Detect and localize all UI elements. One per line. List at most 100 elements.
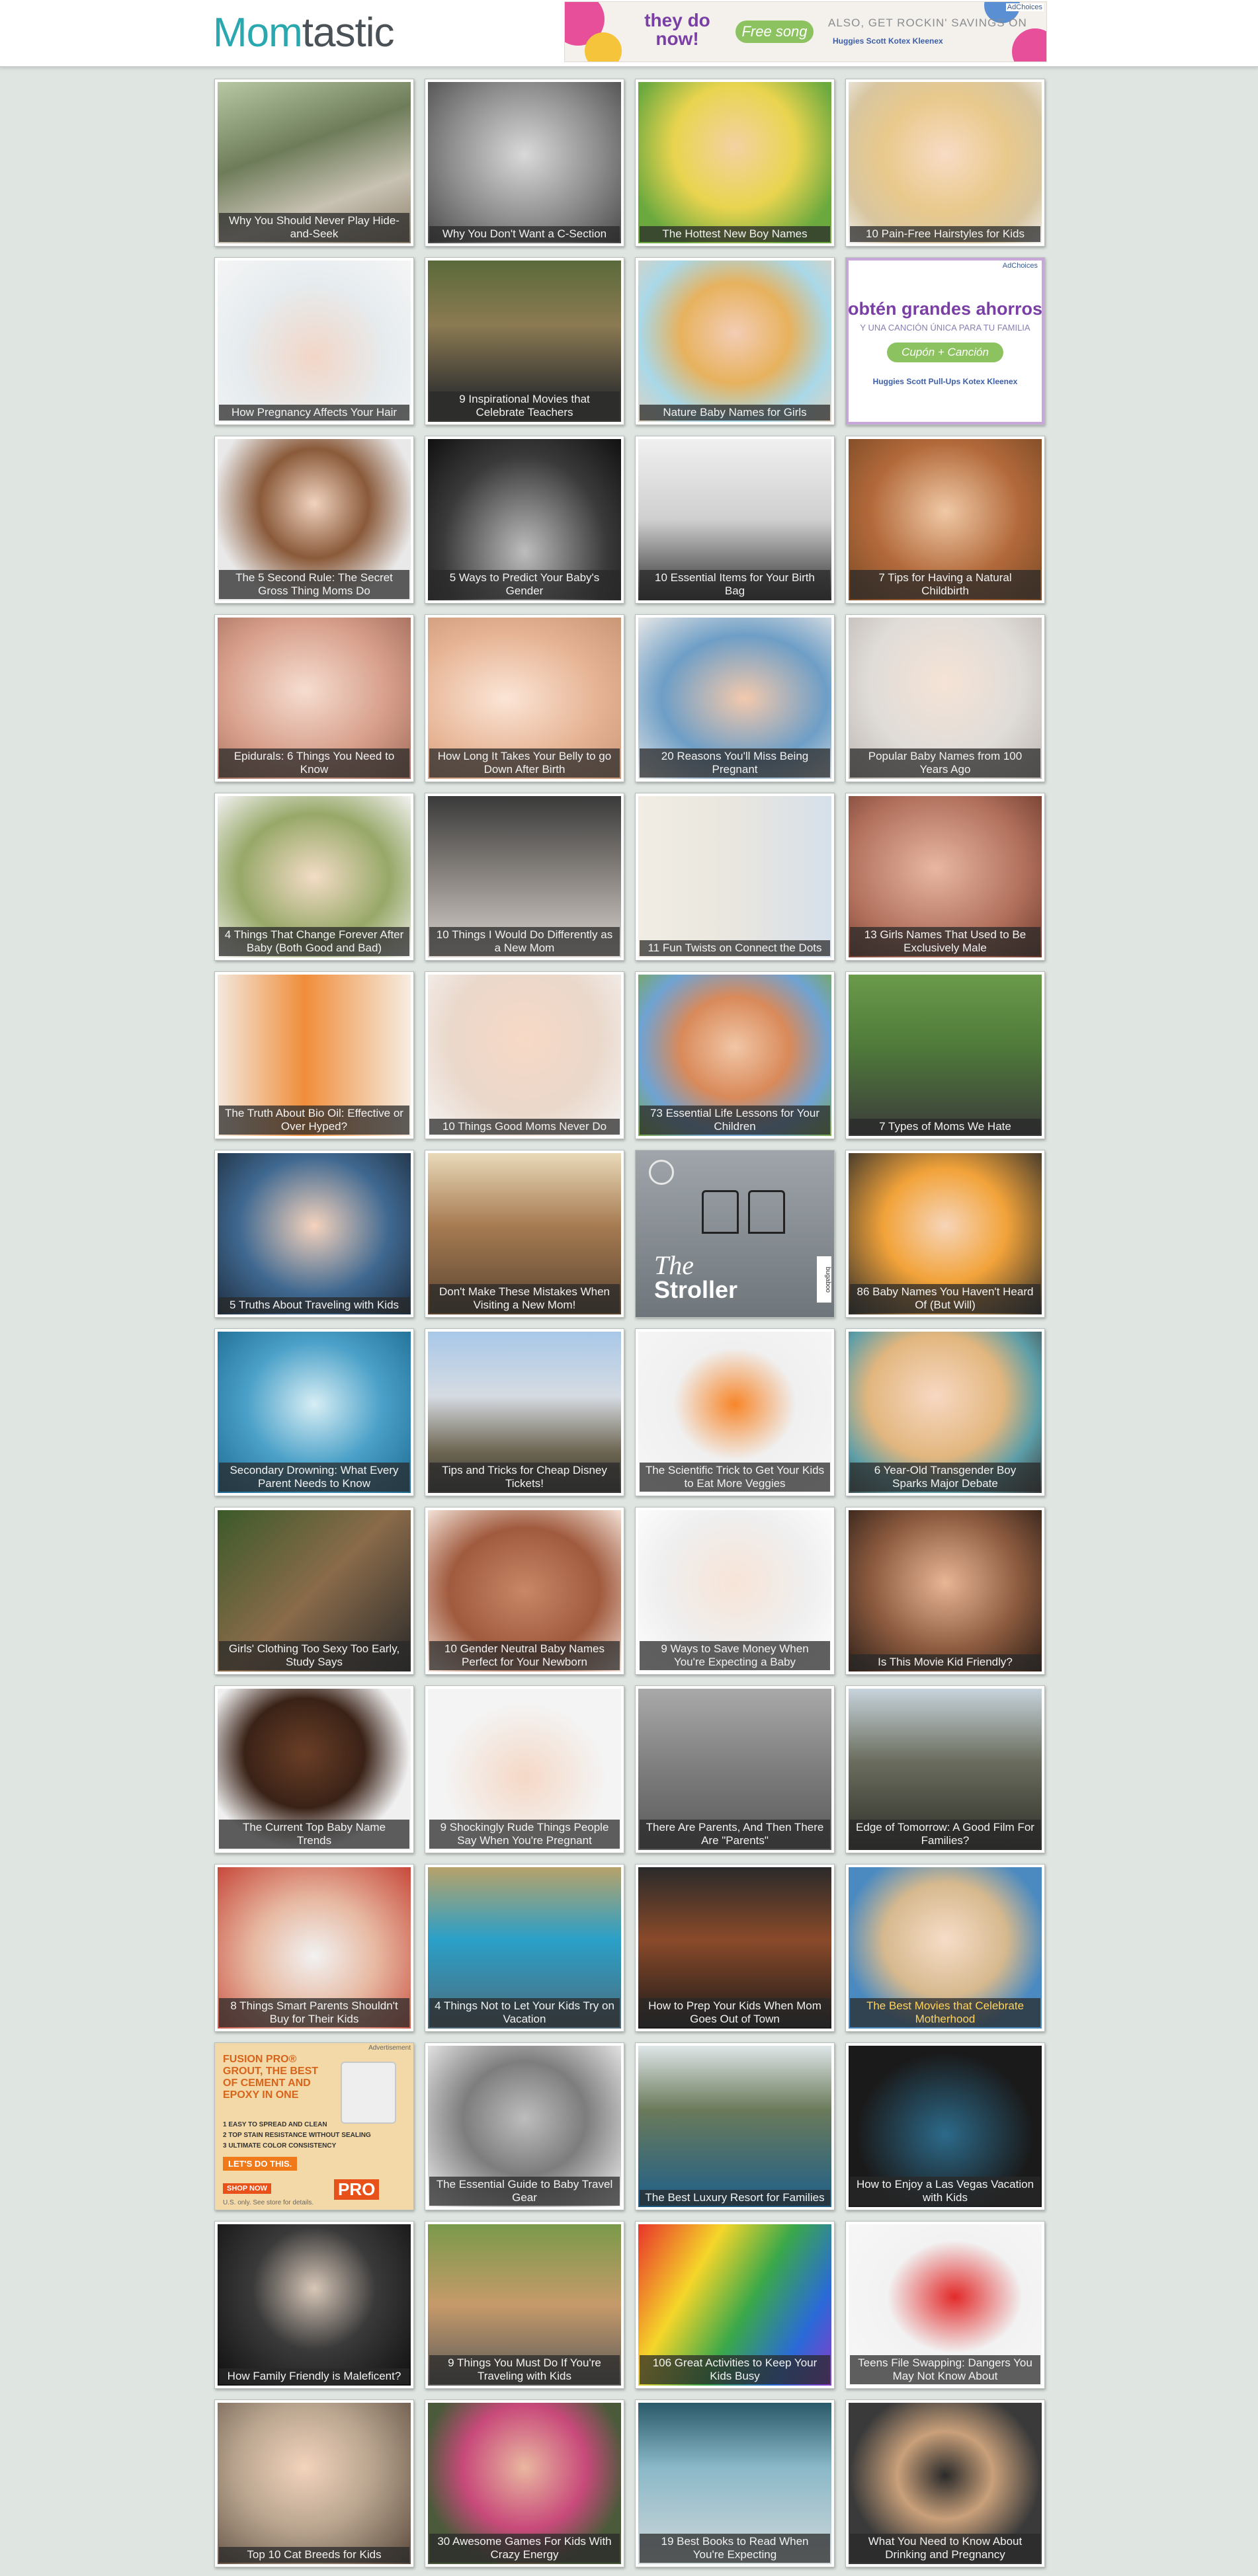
article-tile[interactable]: 7 Types of Moms We Hate [845,971,1045,1139]
article-caption[interactable]: Epidurals: 6 Things You Need to Know [219,748,409,778]
site-logo[interactable]: Momtastic [213,9,394,57]
article-caption[interactable]: 10 Gender Neutral Baby Names Perfect for… [429,1641,620,1670]
article-thumbnail[interactable] [218,1153,411,1314]
article-caption[interactable]: 9 Inspirational Movies that Celebrate Te… [429,391,620,421]
article-caption[interactable]: 10 Things Good Moms Never Do [429,1119,620,1135]
article-caption[interactable]: 86 Baby Names You Haven't Heard Of (But … [850,1284,1040,1313]
article-tile[interactable]: Nature Baby Names for Girls [635,257,835,425]
article-tile[interactable]: 86 Baby Names You Haven't Heard Of (But … [845,1150,1045,1318]
article-tile[interactable]: 73 Essential Life Lessons for Your Child… [635,971,835,1139]
article-caption[interactable]: The Current Top Baby Name Trends [219,1820,409,1849]
article-tile[interactable]: The Current Top Baby Name Trends [214,1685,414,1853]
article-tile[interactable]: 19 Best Books to Read When You're Expect… [635,2399,835,2567]
article-caption[interactable]: 10 Essential Items for Your Birth Bag [640,570,830,599]
article-caption[interactable]: Is This Movie Kid Friendly? [850,1654,1040,1670]
article-tile[interactable]: The 5 Second Rule: The Secret Gross Thin… [214,436,414,604]
adchoices-icon[interactable]: AdChoices [1005,3,1044,11]
article-tile[interactable]: Girls' Clothing Too Sexy Too Early, Stud… [214,1507,414,1675]
article-caption[interactable]: 5 Truths About Traveling with Kids [219,1297,409,1313]
article-tile[interactable]: 9 Shockingly Rude Things People Say When… [425,1685,624,1853]
article-tile[interactable]: 7 Tips for Having a Natural Childbirth [845,436,1045,604]
article-tile[interactable]: How Family Friendly is Maleficent? [214,2221,414,2389]
article-tile[interactable]: How to Enjoy a Las Vegas Vacation with K… [845,2042,1045,2210]
article-caption[interactable]: 19 Best Books to Read When You're Expect… [640,2534,830,2563]
article-tile[interactable]: 10 Things Good Moms Never Do [425,971,624,1139]
article-caption[interactable]: 9 Shockingly Rude Things People Say When… [429,1820,620,1849]
article-thumbnail[interactable] [638,261,831,422]
article-tile[interactable]: The Scientific Trick to Get Your Kids to… [635,1328,835,1496]
article-caption[interactable]: There Are Parents, And Then There Are "P… [640,1820,830,1849]
article-caption[interactable]: Secondary Drowning: What Every Parent Ne… [219,1463,409,1492]
ad-creative[interactable]: The Stroller bugaboo [636,1150,834,1317]
article-caption[interactable]: The Essential Guide to Baby Travel Gear [429,2177,620,2206]
ad-tile[interactable]: The Stroller bugaboo [635,1150,835,1318]
article-thumbnail[interactable] [428,82,621,243]
article-tile[interactable]: 10 Gender Neutral Baby Names Perfect for… [425,1507,624,1675]
article-thumbnail[interactable] [849,82,1042,243]
article-caption[interactable]: 5 Ways to Predict Your Baby's Gender [429,570,620,599]
article-tile[interactable]: Edge of Tomorrow: A Good Film For Famili… [845,1685,1045,1853]
article-caption[interactable]: 11 Fun Twists on Connect the Dots [640,940,830,956]
article-caption[interactable]: The Scientific Trick to Get Your Kids to… [640,1463,830,1492]
article-caption[interactable]: 7 Tips for Having a Natural Childbirth [850,570,1040,599]
article-tile[interactable]: How Pregnancy Affects Your Hair [214,257,414,425]
article-thumbnail[interactable] [218,2403,411,2564]
article-tile[interactable]: 30 Awesome Games For Kids With Crazy Ene… [425,2399,624,2567]
article-tile[interactable]: 5 Truths About Traveling with Kids [214,1150,414,1318]
article-thumbnail[interactable] [428,975,621,1136]
ad-shop-now-button[interactable]: SHOP NOW [223,2183,271,2194]
article-thumbnail[interactable] [849,1510,1042,1671]
article-caption[interactable]: 9 Things You Must Do If You're Traveling… [429,2355,620,2384]
article-tile[interactable]: Is This Movie Kid Friendly? [845,1507,1045,1675]
article-caption[interactable]: 10 Things I Would Do Differently as a Ne… [429,927,620,956]
ad-coupon-pill[interactable]: Cupón + Canción [887,342,1003,362]
article-thumbnail[interactable] [638,82,831,243]
article-tile[interactable]: Top 10 Cat Breeds for Kids [214,2399,414,2567]
article-tile[interactable]: There Are Parents, And Then There Are "P… [635,1685,835,1853]
article-caption[interactable]: The 5 Second Rule: The Secret Gross Thin… [219,570,409,599]
article-tile[interactable]: 10 Essential Items for Your Birth Bag [635,436,835,604]
article-thumbnail[interactable] [218,261,411,422]
ad-tile[interactable]: Advertisement FUSION PRO® GROUT, THE BEST… [214,2042,414,2210]
article-tile[interactable]: Don't Make These Mistakes When Visiting … [425,1150,624,1318]
article-thumbnail[interactable] [638,796,831,957]
article-tile[interactable]: The Essential Guide to Baby Travel Gear [425,2042,624,2210]
article-caption[interactable]: Why You Should Never Play Hide-and-Seek [219,213,409,242]
article-tile[interactable]: Popular Baby Names from 100 Years Ago [845,614,1045,782]
article-tile[interactable]: 4 Things That Change Forever After Baby … [214,793,414,961]
article-tile[interactable]: 10 Pain-Free Hairstyles for Kids [845,79,1045,247]
article-caption[interactable]: 7 Types of Moms We Hate [850,1119,1040,1135]
article-caption[interactable]: How to Enjoy a Las Vegas Vacation with K… [850,2177,1040,2206]
article-tile[interactable]: 9 Inspirational Movies that Celebrate Te… [425,257,624,425]
article-caption[interactable]: What You Need to Know About Drinking and… [850,2534,1040,2563]
article-caption[interactable]: 4 Things That Change Forever After Baby … [219,927,409,956]
article-tile[interactable]: 20 Reasons You'll Miss Being Pregnant [635,614,835,782]
article-tile[interactable]: The Truth About Bio Oil: Effective or Ov… [214,971,414,1139]
article-caption[interactable]: 73 Essential Life Lessons for Your Child… [640,1106,830,1135]
article-caption[interactable]: Popular Baby Names from 100 Years Ago [850,748,1040,778]
article-tile[interactable]: 5 Ways to Predict Your Baby's Gender [425,436,624,604]
article-tile[interactable]: How to Prep Your Kids When Mom Goes Out … [635,1864,835,2032]
article-caption[interactable]: 6 Year-Old Transgender Boy Sparks Major … [850,1463,1040,1492]
article-caption[interactable]: Edge of Tomorrow: A Good Film For Famili… [850,1820,1040,1849]
ad-creative[interactable]: AdChoices obtén grandes ahorros Y UNA CANC… [846,258,1044,424]
article-caption[interactable]: How to Prep Your Kids When Mom Goes Out … [640,1998,830,2027]
article-caption[interactable]: 10 Pain-Free Hairstyles for Kids [850,226,1040,242]
article-caption[interactable]: Girls' Clothing Too Sexy Too Early, Stud… [219,1641,409,1670]
article-caption[interactable]: The Hottest New Boy Names [640,226,830,242]
article-tile[interactable]: 4 Things Not to Let Your Kids Try on Vac… [425,1864,624,2032]
article-caption[interactable]: The Best Movies that Celebrate Motherhoo… [850,1998,1040,2027]
adchoices-icon[interactable]: AdChoices [1001,262,1039,270]
article-tile[interactable]: The Best Movies that Celebrate Motherhoo… [845,1864,1045,2032]
article-tile[interactable]: Why You Should Never Play Hide-and-Seek [214,79,414,247]
article-caption[interactable]: How Family Friendly is Maleficent? [219,2368,409,2384]
article-tile[interactable]: How Long It Takes Your Belly to go Down … [425,614,624,782]
article-tile[interactable]: Tips and Tricks for Cheap Disney Tickets… [425,1328,624,1496]
ad-tile[interactable]: AdChoices obtén grandes ahorros Y UNA CANC… [845,257,1045,425]
article-caption[interactable]: Teens File Swapping: Dangers You May Not… [850,2355,1040,2384]
article-tile[interactable]: Teens File Swapping: Dangers You May Not… [845,2221,1045,2389]
article-caption[interactable]: 13 Girls Names That Used to Be Exclusive… [850,927,1040,956]
article-caption[interactable]: Tips and Tricks for Cheap Disney Tickets… [429,1463,620,1492]
article-caption[interactable]: 8 Things Smart Parents Shouldn't Buy for… [219,1998,409,2027]
article-caption[interactable]: 20 Reasons You'll Miss Being Pregnant [640,748,830,778]
